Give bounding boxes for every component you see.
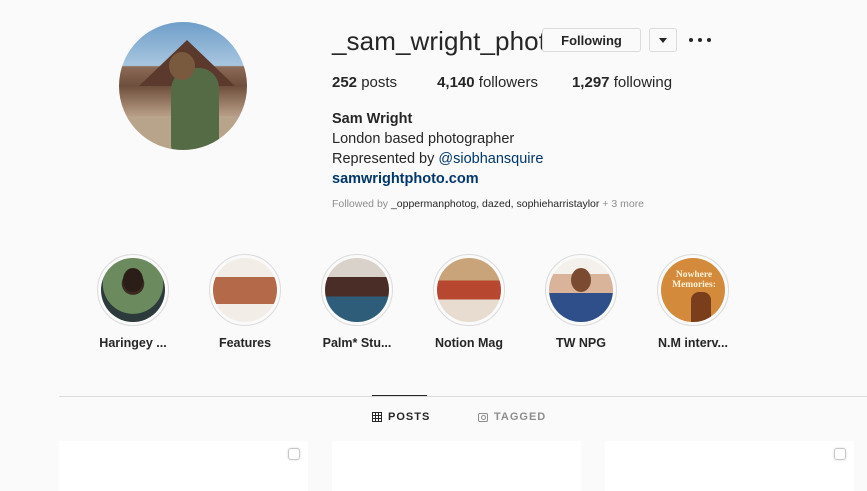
- tabs-divider: [59, 396, 867, 397]
- more-options-icon[interactable]: [689, 31, 711, 49]
- highlight-label: N.M interv...: [658, 336, 728, 350]
- highlight-label: Palm* Stu...: [322, 336, 392, 350]
- followed-by-account[interactable]: sophieharristaylor: [517, 198, 600, 210]
- active-tab-indicator: [372, 395, 427, 396]
- profile-avatar[interactable]: [119, 22, 247, 150]
- website-link[interactable]: samwrightphoto.com: [332, 169, 543, 189]
- mention-link[interactable]: @siobhansquire: [438, 151, 543, 167]
- tag-icon: [478, 412, 488, 422]
- following-button[interactable]: Following: [542, 28, 641, 52]
- profile-stats: 252 posts 4,140 followers 1,297 followin…: [332, 74, 712, 91]
- post-tile[interactable]: [605, 441, 854, 491]
- highlight-cover: [437, 258, 501, 322]
- followed-by[interactable]: Followed by _oppermanphotog, dazed, soph…: [332, 198, 644, 210]
- highlight-cover: Nowhere Memories:: [661, 258, 725, 322]
- bio-represented: Represented by @siobhansquire: [332, 151, 544, 167]
- tab-posts[interactable]: POSTS: [372, 411, 430, 423]
- posts-stat: 252 posts: [332, 74, 398, 91]
- highlight-features[interactable]: Features: [200, 254, 290, 350]
- highlight-notion-mag[interactable]: Notion Mag: [424, 254, 514, 350]
- highlight-label: Haringey ...: [99, 336, 167, 350]
- highlight-cover: [101, 258, 165, 322]
- multiple-posts-icon: [288, 448, 300, 460]
- multiple-posts-icon: [834, 448, 846, 460]
- post-tile[interactable]: [59, 441, 308, 491]
- highlight-haringey[interactable]: Haringey ...: [88, 254, 178, 350]
- following-stat[interactable]: 1,297 following: [572, 74, 672, 91]
- highlight-cover: [213, 258, 277, 322]
- followers-stat[interactable]: 4,140 followers: [437, 74, 538, 91]
- highlight-label: Features: [218, 336, 272, 350]
- profile-username: _sam_wright_photo: [332, 26, 561, 56]
- avatar-person: [171, 68, 219, 150]
- highlight-palm-studios[interactable]: Palm* Stu...: [312, 254, 402, 350]
- post-tile[interactable]: [332, 441, 581, 491]
- grid-icon: [372, 412, 382, 422]
- highlight-cover: [549, 258, 613, 322]
- dropdown-arrow-icon: [659, 37, 667, 43]
- profile-full-name: Sam Wright: [332, 111, 413, 127]
- story-highlights: Haringey ... Features Palm* Stu... Notio…: [88, 254, 748, 354]
- highlight-nm-interview[interactable]: Nowhere Memories: N.M interv...: [648, 254, 738, 350]
- highlight-label: TW NPG: [556, 336, 606, 350]
- highlight-tw-npg[interactable]: TW NPG: [536, 254, 626, 350]
- suggested-dropdown-button[interactable]: [649, 28, 677, 52]
- bio-line: London based photographer: [332, 131, 515, 147]
- highlight-cover: [325, 258, 389, 322]
- highlight-label: Notion Mag: [434, 336, 504, 350]
- tab-tagged[interactable]: TAGGED: [478, 411, 546, 423]
- avatar-head: [169, 52, 195, 80]
- followed-by-account[interactable]: _oppermanphotog: [391, 198, 476, 210]
- followed-by-account[interactable]: dazed: [482, 198, 511, 210]
- profile-bio: Sam Wright London based photographer Rep…: [332, 109, 543, 189]
